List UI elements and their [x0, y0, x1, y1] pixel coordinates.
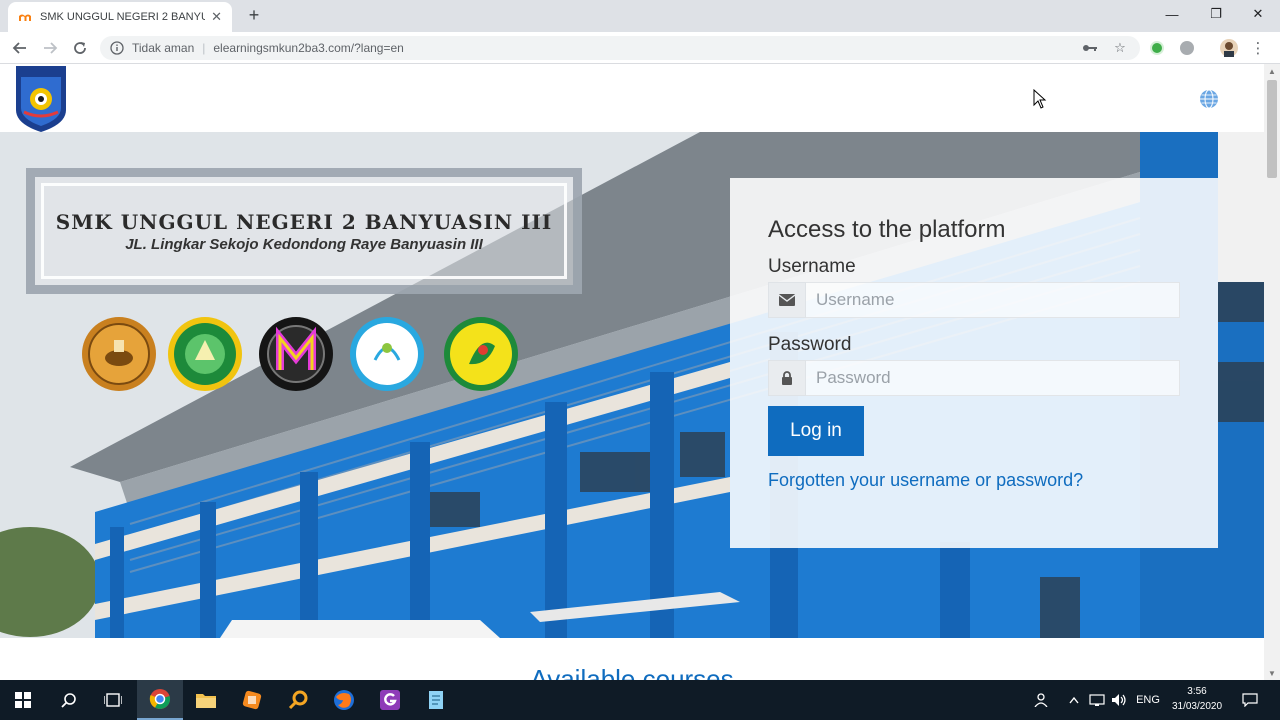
app-orange-icon[interactable] — [229, 680, 275, 720]
address-bar[interactable]: Tidak aman | elearningsmkun2ba3.com/?lan… — [100, 36, 1140, 60]
scroll-down-icon[interactable]: ▼ — [1264, 666, 1280, 680]
forward-arrow-icon — [44, 42, 58, 54]
hero-banner: SMK UNGGUL NEGERI 2 BANYUASIN III JL. Li… — [0, 132, 1264, 638]
partner-badge-2 — [168, 317, 242, 391]
school-banner-inner: SMK UNGGUL NEGERI 2 BANYUASIN III JL. Li… — [41, 183, 567, 279]
browser-tabstrip: SMK UNGGUL NEGERI 2 BANYUASIN III ✕ + — … — [0, 0, 1280, 32]
volume-icon[interactable] — [1110, 680, 1128, 720]
profile-avatar-icon[interactable] — [1219, 38, 1239, 58]
app-g-icon[interactable] — [367, 680, 413, 720]
clock-time: 3:56 — [1187, 686, 1207, 697]
back-button[interactable] — [10, 38, 30, 58]
extension-green-icon[interactable] — [1147, 38, 1167, 58]
forward-button[interactable] — [40, 38, 60, 58]
language-indicator[interactable]: ENG — [1134, 680, 1162, 720]
tab-title: SMK UNGGUL NEGERI 2 BANYUASIN III — [40, 11, 206, 23]
login-panel: Access to the platform Username Password… — [730, 178, 1218, 548]
tray-chevron-icon[interactable] — [1066, 680, 1082, 720]
moodle-favicon-icon — [18, 10, 32, 24]
new-tab-button[interactable]: + — [244, 4, 264, 26]
mouse-cursor-icon — [1033, 89, 1047, 109]
tab-close-icon[interactable]: ✕ — [211, 9, 222, 25]
security-label: Tidak aman — [132, 41, 195, 55]
reload-icon — [74, 42, 86, 54]
file-explorer-icon[interactable] — [183, 680, 229, 720]
reload-button[interactable] — [70, 38, 90, 58]
forgot-password-link[interactable]: Forgotten your username or password? — [768, 470, 1083, 491]
password-input[interactable] — [806, 360, 1180, 396]
browser-tab[interactable]: SMK UNGGUL NEGERI 2 BANYUASIN III ✕ — [8, 2, 232, 32]
partner-badge-3 — [259, 317, 333, 391]
partner-badge-1 — [82, 317, 156, 391]
extension-shield-icon[interactable] — [1177, 38, 1197, 58]
network-icon[interactable] — [1088, 680, 1106, 720]
school-address: JL. Lingkar Sekojo Kedondong Raye Banyua… — [125, 235, 483, 253]
key-icon[interactable] — [1080, 38, 1100, 58]
login-button[interactable]: Log in — [768, 406, 864, 456]
school-name: SMK UNGGUL NEGERI 2 BANYUASIN III — [55, 209, 553, 234]
minimize-button[interactable]: — — [1150, 0, 1194, 28]
taskbar-clock[interactable]: 3:56 31/03/2020 — [1168, 684, 1226, 714]
scroll-up-icon[interactable]: ▲ — [1264, 64, 1280, 78]
clock-date: 31/03/2020 — [1171, 701, 1223, 712]
partner-badge-4 — [350, 317, 424, 391]
search-icon[interactable] — [46, 680, 92, 720]
info-icon[interactable] — [110, 41, 124, 55]
app-magnifier-icon[interactable] — [275, 680, 321, 720]
page-scrollbar[interactable]: ▲ ▼ — [1264, 64, 1280, 680]
school-banner: SMK UNGGUL NEGERI 2 BANYUASIN III JL. Li… — [26, 168, 582, 294]
school-logo[interactable] — [14, 66, 68, 132]
start-windows-icon[interactable] — [0, 680, 46, 720]
envelope-icon — [768, 282, 806, 318]
maximize-button[interactable]: ❐ — [1194, 0, 1238, 28]
site-header — [0, 64, 1264, 132]
url-separator: | — [202, 41, 206, 55]
windows-taskbar: ENG 3:56 31/03/2020 — [0, 680, 1280, 720]
login-title: Access to the platform — [768, 216, 1006, 243]
scroll-thumb[interactable] — [1267, 80, 1277, 178]
notification-center-icon[interactable] — [1236, 680, 1264, 720]
language-globe-icon[interactable] — [1198, 88, 1220, 110]
close-window-button[interactable]: ✕ — [1236, 0, 1280, 28]
partner-badge-5 — [444, 317, 518, 391]
firefox-icon[interactable] — [321, 680, 367, 720]
browser-menu-icon[interactable]: ⋮ — [1248, 38, 1268, 58]
username-input[interactable] — [806, 282, 1180, 318]
people-tray-icon[interactable] — [1032, 680, 1050, 720]
browser-toolbar: Tidak aman | elearningsmkun2ba3.com/?lan… — [0, 32, 1280, 64]
username-label: Username — [768, 256, 856, 277]
url-text: elearningsmkun2ba3.com/?lang=en — [213, 41, 404, 55]
back-arrow-icon — [12, 42, 26, 54]
chrome-taskbar-icon[interactable] — [137, 680, 183, 720]
password-group — [768, 360, 1180, 396]
app-notepad-icon[interactable] — [413, 680, 459, 720]
bookmark-star-icon[interactable]: ☆ — [1110, 38, 1130, 58]
lock-icon — [768, 360, 806, 396]
password-label: Password — [768, 334, 852, 355]
username-group — [768, 282, 1180, 318]
task-view-icon[interactable] — [90, 680, 136, 720]
